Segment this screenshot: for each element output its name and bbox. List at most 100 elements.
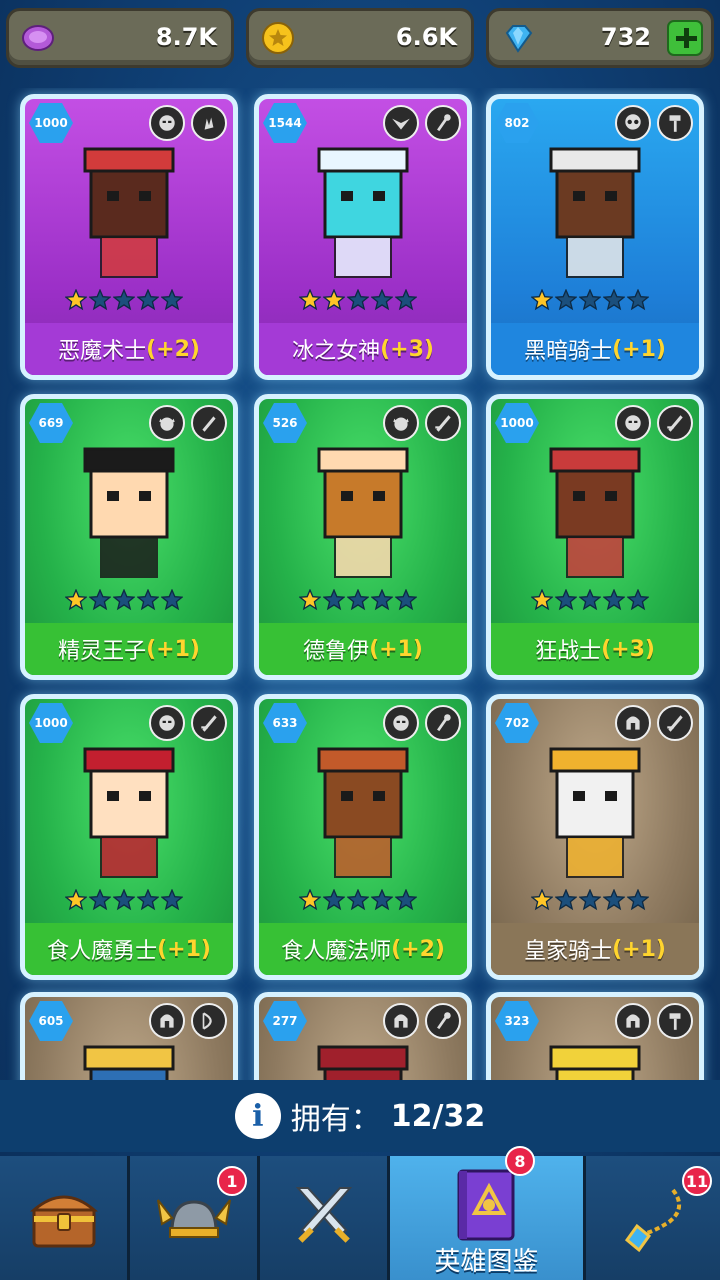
gold-coin-value: 6.6K (395, 23, 457, 51)
hero-portrait (45, 739, 213, 889)
star-empty-icon (161, 889, 183, 911)
orc-head-icon (615, 405, 651, 441)
winged-emblem-icon (383, 105, 419, 141)
hero-card[interactable]: 1000 恶魔术士 (+2) (20, 94, 238, 380)
hero-star-rating (65, 589, 183, 611)
dagger-icon (191, 405, 227, 441)
add-gems-button[interactable] (667, 20, 703, 56)
hero-grid: 1000 恶魔术士 (+2) 1544 冰之女神 (+3) 802 黑暗骑士 (+1) 669 精灵… (0, 88, 720, 1088)
hero-name: 食人魔勇士 (47, 939, 158, 964)
star-empty-icon (347, 589, 369, 611)
info-icon[interactable]: i (234, 1093, 281, 1139)
hero-card[interactable]: 1544 冰之女神 (+3) (254, 94, 472, 380)
hero-card[interactable]: 1000 狂战士 (+3) (486, 394, 704, 680)
star-filled-icon (531, 889, 553, 911)
hero-level-badge: 1000 (29, 703, 73, 743)
hero-name: 精灵王子 (58, 639, 147, 664)
nav-battle[interactable] (260, 1156, 390, 1280)
star-empty-icon (627, 889, 649, 911)
hero-name: 黑暗骑士 (524, 339, 613, 364)
hero-bonus: (+1) (157, 936, 211, 962)
hero-name-bar: 食人魔法师 (+2) (259, 923, 467, 975)
hero-star-rating (65, 889, 183, 911)
nav-hero-book[interactable]: 8 英雄图鉴 (390, 1146, 586, 1280)
purple-coin-counter: 8.7K (6, 8, 234, 68)
owned-label: 拥有： (290, 1102, 381, 1137)
hero-name-bar: 德鲁伊 (+1) (259, 623, 467, 675)
blue-gem-icon (505, 25, 533, 53)
hero-level-badge: 802 (495, 103, 539, 143)
hero-card[interactable]: 1000 食人魔勇士 (+1) (20, 694, 238, 980)
star-empty-icon (89, 589, 111, 611)
hero-card[interactable]: 669 精灵王子 (+1) (20, 394, 238, 680)
hero-card[interactable]: 605 (20, 992, 238, 1088)
star-empty-icon (579, 289, 601, 311)
hero-card[interactable]: 702 皇家骑士 (+1) (486, 694, 704, 980)
star-empty-icon (395, 889, 417, 911)
hero-level-badge: 277 (263, 1001, 307, 1041)
hero-card[interactable]: 277 (254, 992, 472, 1088)
orc-head-icon (149, 705, 185, 741)
hero-bonus: (+1) (612, 936, 666, 962)
star-empty-icon (113, 289, 135, 311)
star-empty-icon (555, 589, 577, 611)
star-empty-icon (113, 889, 135, 911)
star-empty-icon (89, 889, 111, 911)
helmet-icon (615, 1003, 651, 1039)
hero-level-badge: 605 (29, 1001, 73, 1041)
hero-book-icon (457, 1169, 514, 1241)
star-empty-icon (395, 289, 417, 311)
hero-name: 皇家骑士 (524, 939, 613, 964)
hero-card[interactable]: 323 (486, 992, 704, 1088)
hero-bonus: (+3) (380, 336, 434, 362)
bottom-nav: 1 8 英雄图鉴 11 (0, 1146, 720, 1280)
hero-level-badge: 526 (263, 403, 307, 443)
hero-name: 恶魔术士 (58, 339, 147, 364)
nav-chest[interactable] (0, 1156, 130, 1280)
hero-name-bar: 冰之女神 (+3) (259, 323, 467, 375)
star-empty-icon (347, 289, 369, 311)
star-filled-icon (299, 289, 321, 311)
hero-level-badge: 669 (29, 403, 73, 443)
star-empty-icon (579, 589, 601, 611)
nav-heroes[interactable]: 1 (130, 1156, 260, 1280)
amulet-icon (624, 1188, 681, 1253)
hero-name-bar: 精灵王子 (+1) (25, 623, 233, 675)
skull-icon (615, 105, 651, 141)
hero-level-badge: 1544 (263, 103, 307, 143)
hero-name-bar: 黑暗骑士 (+1) (491, 323, 699, 375)
hero-portrait (511, 139, 679, 289)
hero-level-badge: 1000 (29, 103, 73, 143)
hero-card[interactable]: 802 黑暗骑士 (+1) (486, 94, 704, 380)
star-empty-icon (579, 889, 601, 911)
helmet-icon (615, 705, 651, 741)
hero-card[interactable]: 526 德鲁伊 (+1) (254, 394, 472, 680)
staff-icon (425, 1003, 461, 1039)
hero-bonus: (+1) (612, 336, 666, 362)
hero-level-badge: 323 (495, 1001, 539, 1041)
magic-hand-icon (191, 105, 227, 141)
hero-card[interactable]: 633 食人魔法师 (+2) (254, 694, 472, 980)
star-empty-icon (89, 289, 111, 311)
star-empty-icon (137, 889, 159, 911)
crossed-swords-icon (295, 1187, 352, 1243)
staff-icon (425, 705, 461, 741)
star-empty-icon (161, 589, 183, 611)
star-empty-icon (603, 589, 625, 611)
hero-name-bar: 恶魔术士 (+2) (25, 323, 233, 375)
star-empty-icon (627, 289, 649, 311)
hero-portrait (511, 739, 679, 889)
hero-name: 德鲁伊 (303, 639, 370, 664)
star-filled-icon (531, 289, 553, 311)
orc-head-icon (383, 705, 419, 741)
hero-name: 冰之女神 (292, 339, 381, 364)
hero-level-badge: 633 (263, 703, 307, 743)
star-empty-icon (603, 289, 625, 311)
nav-equipment[interactable]: 11 (586, 1156, 720, 1280)
hero-name: 狂战士 (535, 639, 602, 664)
hero-name-bar: 狂战士 (+3) (491, 623, 699, 675)
elf-head-icon (383, 405, 419, 441)
hero-portrait (45, 439, 213, 589)
owned-counter: i 拥有： 12/32 (0, 1080, 720, 1152)
star-empty-icon (395, 589, 417, 611)
